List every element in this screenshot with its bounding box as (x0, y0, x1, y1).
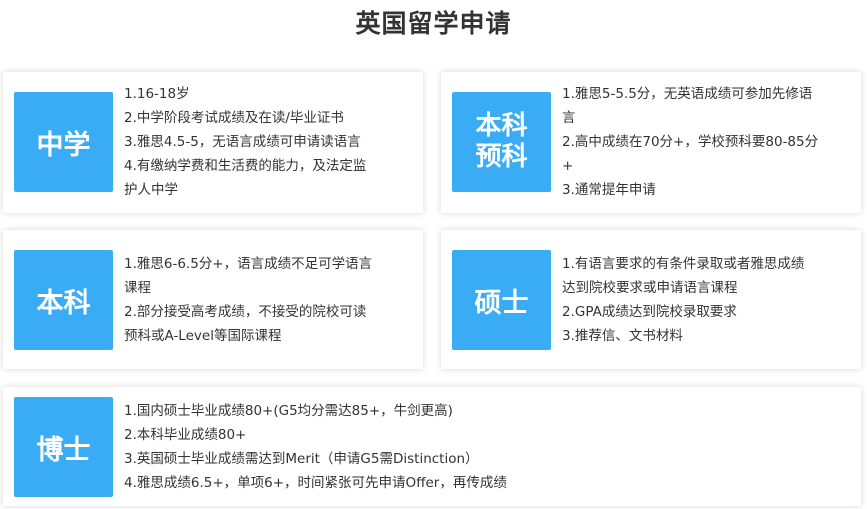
card-masters: 硕士 1.有语言要求的有条件录取或者雅思成绩 达到院校要求或申请语言课程 2.G… (441, 230, 861, 369)
badge-foundation: 本科 预科 (452, 92, 551, 192)
requirement-line: 1.16-18岁 (124, 86, 190, 102)
requirement-line: 课程 (124, 280, 151, 296)
badge-undergraduate: 本科 (14, 250, 113, 350)
requirement-line: + (562, 158, 574, 174)
badge-phd: 博士 (14, 397, 113, 497)
requirement-line: 1.雅思6-6.5分+，语言成绩不足可学语言 (124, 256, 373, 272)
requirement-line: 2.GPA成绩达到院校录取要求 (562, 304, 737, 320)
requirement-line: 1.国内硕士毕业成绩80+(G5均分需达85+，牛剑更高) (124, 403, 453, 419)
badge-secondary-school: 中学 (14, 92, 113, 192)
requirements-list: 1.雅思5-5.5分，无英语成绩可参加先修语 言 2.高中成绩在70分+，学校预… (562, 82, 854, 202)
requirement-line: 2.中学阶段考试成绩及在读/毕业证书 (124, 110, 344, 126)
requirement-line: 2.本科毕业成绩80+ (124, 427, 247, 443)
requirement-line: 4.有缴纳学费和生活费的能力，及法定监 (124, 158, 367, 174)
requirements-list: 1.有语言要求的有条件录取或者雅思成绩 达到院校要求或申请语言课程 2.GPA成… (562, 252, 854, 348)
page-title: 英国留学申请 (355, 9, 512, 38)
card-secondary-school: 中学 1.16-18岁 2.中学阶段考试成绩及在读/毕业证书 3.雅思4.5-5… (3, 72, 423, 213)
requirement-line: 3.雅思4.5-5，无语言成绩可申请读语言 (124, 134, 361, 150)
card-foundation: 本科 预科 1.雅思5-5.5分，无英语成绩可参加先修语 言 2.高中成绩在70… (441, 72, 861, 213)
requirement-line: 3.英国硕士毕业成绩需达到Merit（申请G5需Distinction） (124, 451, 479, 467)
requirement-line: 3.推荐信、文书材料 (562, 328, 683, 344)
requirements-list: 1.16-18岁 2.中学阶段考试成绩及在读/毕业证书 3.雅思4.5-5，无语… (124, 82, 416, 202)
requirement-line: 2.部分接受高考成绩，不接受的院校可读 (124, 304, 367, 320)
requirement-line: 2.高中成绩在70分+，学校预科要80-85分 (562, 134, 819, 150)
requirements-list: 1.国内硕士毕业成绩80+(G5均分需达85+，牛剑更高) 2.本科毕业成绩80… (124, 399, 844, 495)
requirement-line: 护人中学 (124, 182, 178, 198)
requirement-line: 1.有语言要求的有条件录取或者雅思成绩 (562, 256, 805, 272)
requirement-line: 1.雅思5-5.5分，无英语成绩可参加先修语 (562, 86, 813, 102)
requirement-line: 预科或A-Level等国际课程 (124, 328, 282, 344)
badge-masters: 硕士 (452, 250, 551, 350)
requirement-line: 言 (562, 110, 576, 126)
card-undergraduate: 本科 1.雅思6-6.5分+，语言成绩不足可学语言 课程 2.部分接受高考成绩，… (3, 230, 423, 369)
requirement-line: 4.雅思成绩6.5+，单项6+，时间紧张可先申请Offer，再传成绩 (124, 475, 507, 491)
requirement-line: 达到院校要求或申请语言课程 (562, 280, 738, 296)
requirements-list: 1.雅思6-6.5分+，语言成绩不足可学语言 课程 2.部分接受高考成绩，不接受… (124, 252, 416, 348)
requirement-line: 3.通常提年申请 (562, 182, 656, 198)
card-phd: 博士 1.国内硕士毕业成绩80+(G5均分需达85+，牛剑更高) 2.本科毕业成… (3, 387, 861, 506)
